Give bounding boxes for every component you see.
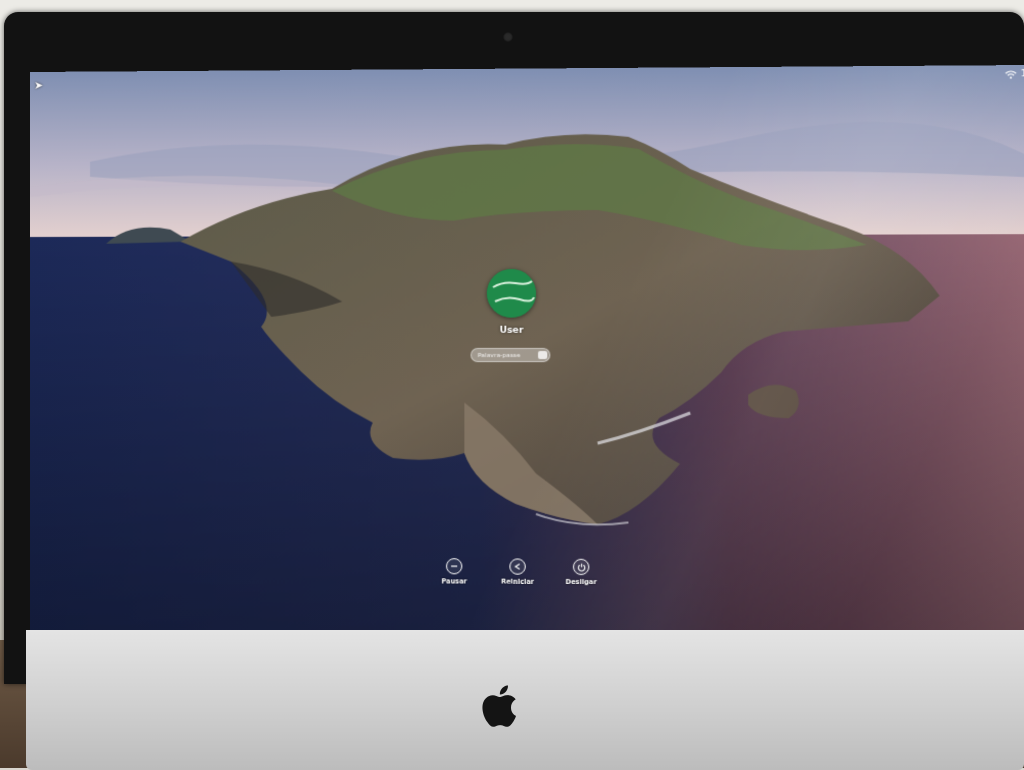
user-avatar[interactable] [486, 268, 537, 318]
apple-logo [482, 685, 516, 727]
sleep-icon [446, 558, 463, 575]
shutdown-label: Desligar [565, 577, 597, 587]
restart-button[interactable]: Reiniciar [499, 558, 536, 586]
restart-icon [509, 558, 526, 575]
sleep-button[interactable]: Pausar [436, 558, 473, 586]
submit-arrow-icon[interactable] [538, 350, 548, 360]
camera [503, 32, 513, 42]
password-input[interactable] [477, 351, 535, 359]
power-options: Pausar Reiniciar Desligar [436, 558, 600, 586]
login-screen: ➤ 10 User Pausar Reiniciar Desligar [30, 64, 1024, 640]
status-bar: 10 [1004, 69, 1024, 79]
user-name[interactable]: User [475, 326, 549, 336]
sleep-label: Pausar [441, 577, 467, 586]
cursor-icon: ➤ [33, 78, 44, 92]
restart-label: Reiniciar [501, 577, 535, 586]
wifi-icon[interactable] [1004, 70, 1017, 79]
password-field[interactable] [470, 347, 551, 363]
shutdown-button[interactable]: Desligar [563, 558, 600, 587]
power-icon [572, 558, 590, 576]
